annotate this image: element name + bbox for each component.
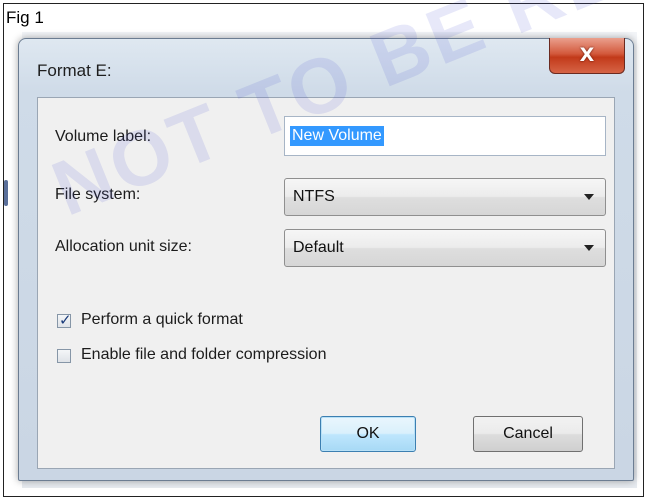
chevron-down-icon — [584, 194, 594, 200]
cancel-button[interactable]: Cancel — [473, 416, 583, 452]
compression-checkbox[interactable] — [57, 349, 71, 363]
format-dialog: Format E: X Volume label: New Volume Fil… — [18, 38, 634, 481]
close-icon: X — [579, 44, 595, 66]
chevron-down-icon — [584, 245, 594, 251]
figure-caption: Fig 1 — [6, 8, 44, 27]
file-system-value: NTFS — [293, 188, 335, 205]
volume-label-value: New Volume — [290, 126, 384, 146]
allocation-unit-size-select[interactable]: Default — [284, 229, 606, 267]
close-button[interactable]: X — [549, 38, 625, 74]
dialog-title: Format E: — [37, 61, 112, 80]
file-system-label: File system: — [55, 186, 141, 203]
volume-label-label: Volume label: — [55, 128, 152, 145]
compression-label: Enable file and folder compression — [81, 346, 327, 363]
file-system-select[interactable]: NTFS — [284, 178, 606, 216]
quick-format-checkbox[interactable]: ✓ — [57, 311, 72, 329]
ok-button[interactable]: OK — [320, 416, 416, 452]
quick-format-label: Perform a quick format — [81, 311, 243, 328]
dialog-body: Volume label: New Volume File system: NT… — [37, 97, 615, 469]
volume-label-input[interactable]: New Volume — [284, 116, 606, 156]
allocation-unit-size-value: Default — [293, 239, 344, 256]
background-edge — [4, 180, 8, 206]
allocation-unit-size-label: Allocation unit size: — [55, 238, 192, 255]
check-icon: ✓ — [59, 311, 72, 329]
